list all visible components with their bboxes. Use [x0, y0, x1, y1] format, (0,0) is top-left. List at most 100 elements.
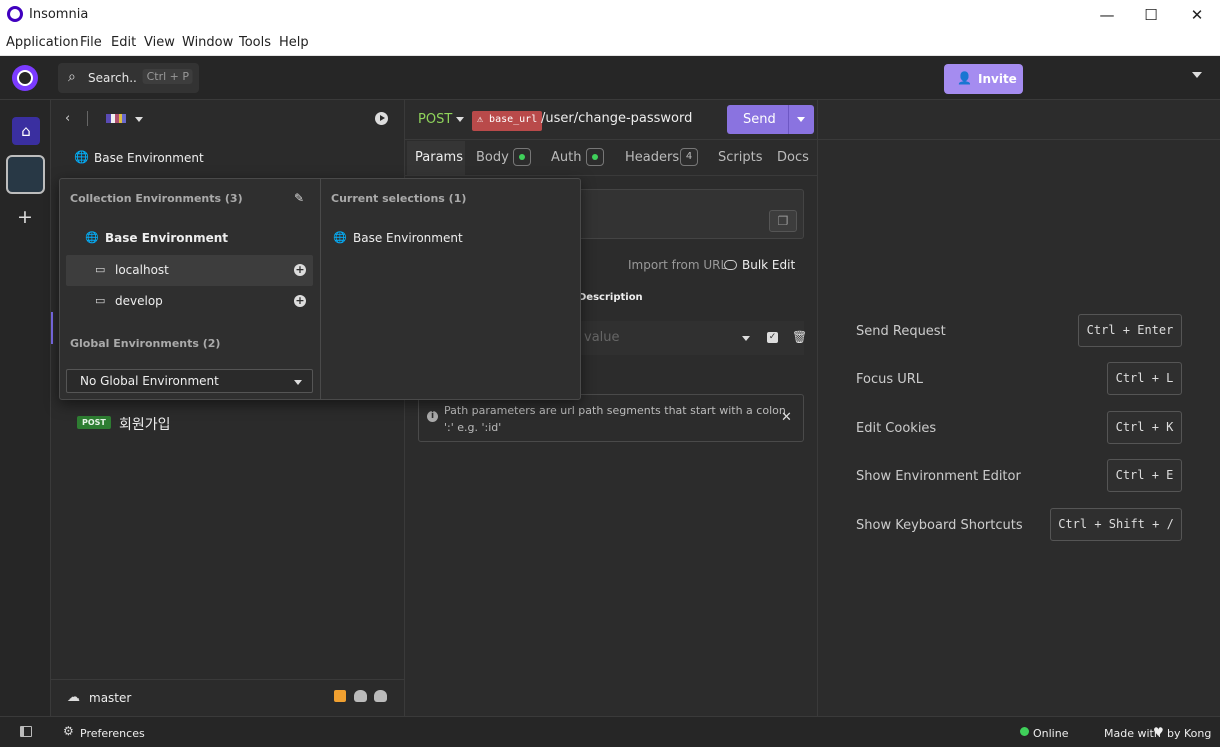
add-circle-icon[interactable]: + — [294, 264, 306, 276]
info-text-line1: Path parameters are url path segments th… — [444, 404, 786, 417]
toggle-sidebar-icon[interactable] — [20, 726, 32, 737]
collection-environments-panel: Collection Environments (3) ✎ 🌐 Base Env… — [60, 179, 321, 399]
shortcut-key-edit-cookies: Ctrl + K — [1107, 411, 1182, 444]
home-icon[interactable]: ⌂ — [12, 117, 40, 145]
cloud-download-icon[interactable] — [354, 690, 367, 702]
collection-icon[interactable] — [106, 114, 126, 123]
status-bar: ⚙ Preferences Online Made with ♥ by Kong — [0, 716, 1220, 747]
shortcut-key-focus-url: Ctrl + L — [1107, 362, 1182, 395]
window-title: Insomnia — [29, 7, 89, 22]
run-collection-play-icon[interactable] — [375, 112, 388, 125]
menu-application[interactable]: Application — [6, 35, 79, 50]
menu-edit[interactable]: Edit — [111, 35, 136, 50]
environment-name: Base Environment — [94, 151, 204, 165]
menu-view[interactable]: View — [144, 35, 175, 50]
global-environment-select[interactable]: No Global Environment — [66, 369, 313, 393]
request-item[interactable]: POST 회원가입 — [51, 412, 405, 436]
request-tabs: Params Body Auth Headers 4 Scripts Docs — [405, 141, 818, 176]
menu-file[interactable]: File — [80, 35, 102, 50]
path-params-info: i Path parameters are url path segments … — [418, 394, 804, 442]
param-type-chevron-down-icon[interactable] — [742, 336, 750, 341]
shortcut-label-edit-cookies: Edit Cookies — [856, 421, 937, 436]
edit-environments-icon[interactable]: ✎ — [294, 191, 304, 205]
copy-icon[interactable]: ❐ — [769, 210, 797, 232]
collection-chevron-down-icon[interactable] — [135, 117, 143, 122]
tab-scripts[interactable]: Scripts — [718, 150, 762, 165]
add-project-plus-icon[interactable]: + — [17, 206, 33, 228]
send-button[interactable]: Send — [727, 105, 814, 134]
send-options-chevron-down-icon[interactable] — [797, 117, 805, 122]
env-item-label: Base Environment — [105, 231, 229, 245]
close-icon[interactable]: ✕ — [781, 410, 792, 425]
toggle-icon[interactable] — [724, 260, 737, 270]
search-shortcut-badge: Ctrl + P — [142, 69, 193, 84]
tab-headers[interactable]: Headers — [625, 150, 679, 165]
divider — [788, 105, 789, 134]
env-item-localhost[interactable]: ▭ localhost + — [66, 255, 313, 286]
environment-dropdown: Collection Environments (3) ✎ 🌐 Base Env… — [59, 178, 581, 400]
menu-window[interactable]: Window — [182, 35, 233, 50]
globe-icon: 🌐 — [74, 150, 89, 164]
insomnia-home-logo-icon[interactable] — [12, 65, 38, 91]
shortcut-key-environment-editor: Ctrl + E — [1107, 459, 1182, 492]
branch-name[interactable]: master — [89, 691, 131, 705]
response-pane: Send Request Ctrl + Enter Focus URL Ctrl… — [818, 100, 1220, 716]
current-selections-heading: Current selections (1) — [331, 192, 467, 205]
url-variable-tag[interactable]: ⚠ base_url — [472, 111, 543, 131]
laptop-icon: ▭ — [95, 263, 106, 276]
shortcut-label-environment-editor: Show Environment Editor — [856, 469, 1021, 484]
import-from-url-link[interactable]: Import from URL — [628, 258, 727, 272]
back-chevron-left-icon[interactable]: ‹ — [65, 111, 70, 126]
env-item-label: localhost — [115, 263, 169, 277]
gear-icon[interactable]: ⚙ — [63, 724, 74, 738]
shortcut-label-keyboard-shortcuts: Show Keyboard Shortcuts — [856, 518, 1023, 533]
preferences-link[interactable]: Preferences — [80, 727, 145, 740]
method-selector[interactable]: POST — [418, 112, 452, 127]
env-item-develop[interactable]: ▭ develop + — [66, 286, 313, 317]
divider — [87, 111, 88, 126]
account-menu-chevron-down-icon[interactable] — [1192, 72, 1202, 78]
online-status-dot-icon — [1020, 727, 1029, 736]
tab-auth[interactable]: Auth — [551, 150, 581, 165]
tab-params[interactable]: Params — [415, 150, 463, 165]
package-icon[interactable] — [334, 690, 346, 702]
param-value-input[interactable]: value — [584, 330, 620, 345]
url-variable-name: base_url — [489, 114, 538, 125]
menu-help[interactable]: Help — [279, 35, 309, 50]
trash-icon[interactable]: 🗑 — [792, 330, 807, 344]
cloud-upload-icon[interactable] — [374, 690, 387, 702]
minimize-button[interactable]: — — [1092, 4, 1122, 26]
project-avatar[interactable] — [6, 155, 45, 194]
url-input[interactable]: /user/change-password — [541, 111, 692, 126]
method-chevron-down-icon[interactable] — [456, 117, 464, 122]
app-header: ⌕ Search.. Ctrl + P 👤 Invite — [0, 56, 1220, 100]
globe-icon: 🌐 — [85, 231, 99, 244]
menu-bar: Application File Edit View Window Tools … — [0, 30, 1220, 56]
tab-docs[interactable]: Docs — [777, 150, 809, 165]
online-status-text: Online — [1033, 727, 1069, 740]
git-sync-bar: ☁ master — [51, 679, 405, 716]
tab-body[interactable]: Body — [476, 150, 509, 165]
info-icon: i — [427, 411, 438, 422]
request-name: 회원가입 — [119, 417, 171, 433]
headers-count-badge: 4 — [680, 148, 698, 166]
cloud-icon: ☁ — [67, 690, 80, 705]
shortcut-key-send-request: Ctrl + Enter — [1078, 314, 1182, 347]
env-item-base-environment[interactable]: 🌐 Base Environment — [66, 223, 313, 254]
collection-environments-heading: Collection Environments (3) — [70, 192, 243, 205]
add-circle-icon[interactable]: + — [294, 295, 306, 307]
environment-selector[interactable]: 🌐 Base Environment — [51, 138, 405, 176]
globe-icon: 🌐 — [333, 231, 347, 244]
by-kong-link[interactable]: by Kong — [1167, 727, 1211, 740]
maximize-button[interactable]: ☐ — [1136, 4, 1166, 26]
body-status-dot-icon — [513, 148, 531, 166]
param-enabled-checkbox[interactable]: ✓ — [767, 332, 778, 343]
close-window-button[interactable]: ✕ — [1182, 4, 1212, 26]
bulk-edit-button[interactable]: Bulk Edit — [742, 258, 795, 272]
env-item-label: develop — [115, 294, 163, 308]
current-selection-item: 🌐 Base Environment — [325, 223, 575, 254]
invite-button[interactable]: 👤 Invite — [944, 64, 1023, 94]
menu-tools[interactable]: Tools — [239, 35, 271, 50]
current-selection-label: Base Environment — [353, 231, 463, 245]
search-button[interactable]: ⌕ Search.. Ctrl + P — [58, 63, 199, 93]
